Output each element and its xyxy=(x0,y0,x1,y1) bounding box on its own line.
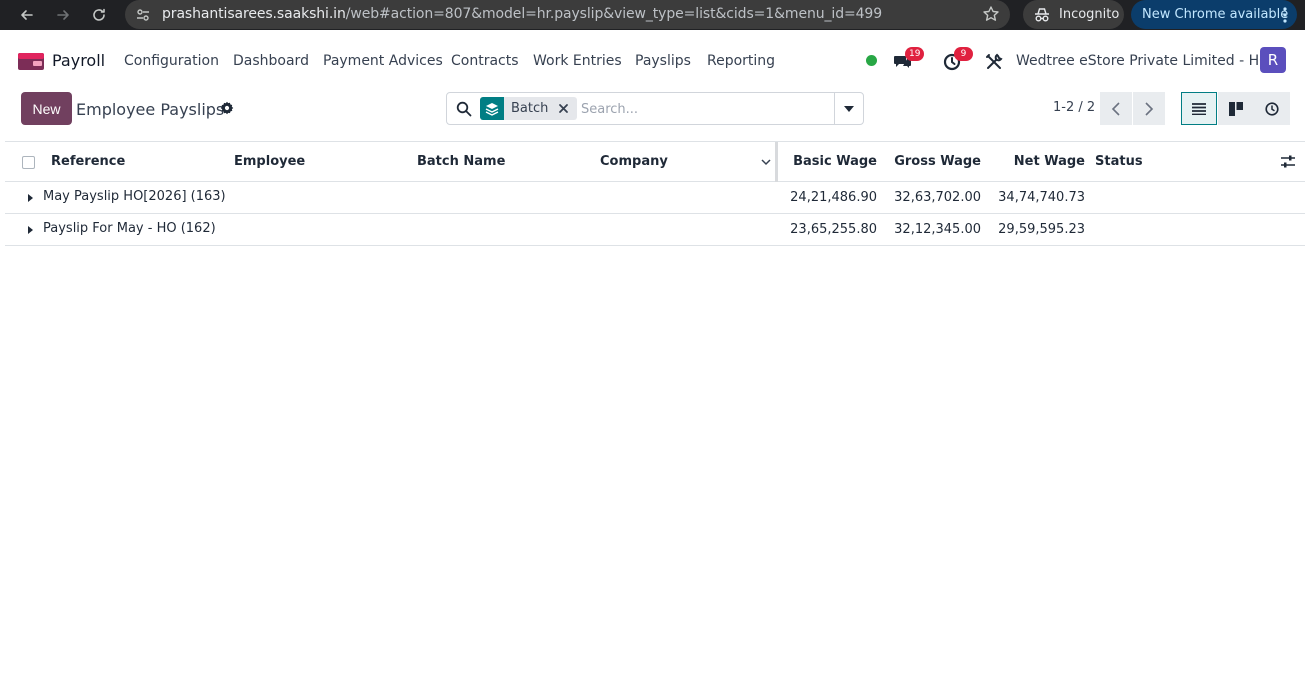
chevron-left-icon xyxy=(1111,101,1120,116)
bookmark-star-icon[interactable] xyxy=(982,5,1000,23)
basic-wage-total: 24,21,486.90 xyxy=(790,190,877,205)
activities-count-badge: 9 xyxy=(954,47,973,61)
menu-payslips[interactable]: Payslips xyxy=(635,53,691,69)
menu-reporting[interactable]: Reporting xyxy=(707,53,775,69)
reload-button[interactable] xyxy=(87,3,111,27)
update-chrome-label: New Chrome available xyxy=(1142,7,1289,22)
menu-payment-advices[interactable]: Payment Advices xyxy=(323,53,443,69)
column-status[interactable]: Status xyxy=(1095,154,1143,169)
column-gross-wage[interactable]: Gross Wage xyxy=(889,154,981,169)
gross-wage-total: 32,12,345.00 xyxy=(894,222,981,237)
search-options-toggle[interactable] xyxy=(834,93,863,124)
menu-work-entries[interactable]: Work Entries xyxy=(533,53,622,69)
net-wage-total: 34,74,740.73 xyxy=(998,190,1085,205)
column-batch-name[interactable]: Batch Name xyxy=(417,154,505,169)
search-bar: Batch xyxy=(446,92,864,125)
activities-button[interactable]: 9 xyxy=(943,47,973,72)
chevron-right-icon xyxy=(1145,101,1154,116)
activity-view-button[interactable] xyxy=(1254,92,1290,125)
column-resize-handle[interactable] xyxy=(775,142,778,182)
gear-icon[interactable] xyxy=(220,101,234,115)
kebab-menu-icon xyxy=(1283,7,1287,23)
clock-icon xyxy=(1265,101,1279,116)
page-title: Employee Payslips xyxy=(76,100,225,119)
list-icon xyxy=(1192,102,1206,115)
back-button[interactable] xyxy=(15,3,39,27)
column-reference[interactable]: Reference xyxy=(51,154,125,169)
pager-next-button[interactable] xyxy=(1133,92,1165,125)
forward-button[interactable] xyxy=(51,3,75,27)
kanban-icon xyxy=(1229,101,1243,116)
arrow-right-icon xyxy=(57,10,69,20)
search-input[interactable] xyxy=(581,99,831,119)
menu-contracts[interactable]: Contracts xyxy=(451,53,519,69)
messages-count-badge: 19 xyxy=(905,47,925,61)
site-settings-icon[interactable] xyxy=(135,7,151,23)
browser-toolbar: prashantisarees.saakshi.in/web#action=80… xyxy=(0,0,1305,30)
net-wage-total: 29,59,595.23 xyxy=(998,222,1085,237)
gross-wage-total: 32,63,702.00 xyxy=(894,190,981,205)
list-view-button[interactable] xyxy=(1181,92,1217,125)
menu-dashboard[interactable]: Dashboard xyxy=(233,53,309,69)
group-row[interactable]: Payslip For May - HO (162) 23,65,255.80 … xyxy=(5,214,1305,246)
optional-columns-icon[interactable] xyxy=(1280,154,1296,170)
user-avatar[interactable]: R xyxy=(1260,47,1286,73)
payroll-app-icon[interactable] xyxy=(18,53,44,70)
app-name[interactable]: Payroll xyxy=(52,51,105,70)
menu-configuration[interactable]: Configuration xyxy=(124,53,219,69)
chevron-down-icon[interactable] xyxy=(760,156,772,168)
caret-down-icon xyxy=(844,105,854,112)
layers-icon xyxy=(480,97,504,120)
reload-icon xyxy=(93,8,105,21)
incognito-indicator[interactable]: Incognito xyxy=(1023,0,1124,29)
close-icon[interactable] xyxy=(557,102,570,115)
new-button[interactable]: New xyxy=(21,92,72,125)
caret-right-icon xyxy=(28,226,33,234)
incognito-label: Incognito xyxy=(1059,7,1120,22)
search-icon[interactable] xyxy=(456,101,472,117)
incognito-icon xyxy=(1035,7,1049,21)
table-header: Reference Employee Batch Name Company Ba… xyxy=(5,141,1305,182)
column-employee[interactable]: Employee xyxy=(234,154,305,169)
presence-status-dot xyxy=(866,55,877,66)
kanban-view-button[interactable] xyxy=(1218,92,1254,125)
column-net-wage[interactable]: Net Wage xyxy=(993,154,1085,169)
pager-value[interactable]: 1-2 / 2 xyxy=(1053,100,1095,115)
group-by-facet: Batch xyxy=(480,97,577,120)
arrow-left-icon xyxy=(21,10,33,20)
facet-label: Batch xyxy=(511,101,549,116)
url-text: prashantisarees.saakshi.in/web#action=80… xyxy=(162,6,883,22)
main-navbar: Payroll Configuration Dashboard Payment … xyxy=(0,38,1305,83)
tools-icon xyxy=(986,53,1003,69)
update-chrome-button[interactable]: New Chrome available xyxy=(1131,0,1297,29)
group-label: May Payslip HO[2026] (163) xyxy=(43,189,226,204)
group-row[interactable]: May Payslip HO[2026] (163) 24,21,486.90 … xyxy=(5,182,1305,214)
basic-wage-total: 23,65,255.80 xyxy=(790,222,877,237)
messages-button[interactable]: 19 xyxy=(893,47,925,72)
column-basic-wage[interactable]: Basic Wage xyxy=(785,154,877,169)
caret-right-icon xyxy=(28,194,33,202)
column-company[interactable]: Company xyxy=(600,154,668,169)
address-bar[interactable]: prashantisarees.saakshi.in/web#action=80… xyxy=(125,0,1010,29)
pager-previous-button[interactable] xyxy=(1100,92,1132,125)
group-label: Payslip For May - HO (162) xyxy=(43,221,216,236)
debug-tools-button[interactable] xyxy=(985,50,1007,72)
select-all-checkbox[interactable] xyxy=(22,156,35,169)
company-switcher[interactable]: Wedtree eStore Private Limited - HO xyxy=(1016,53,1270,69)
